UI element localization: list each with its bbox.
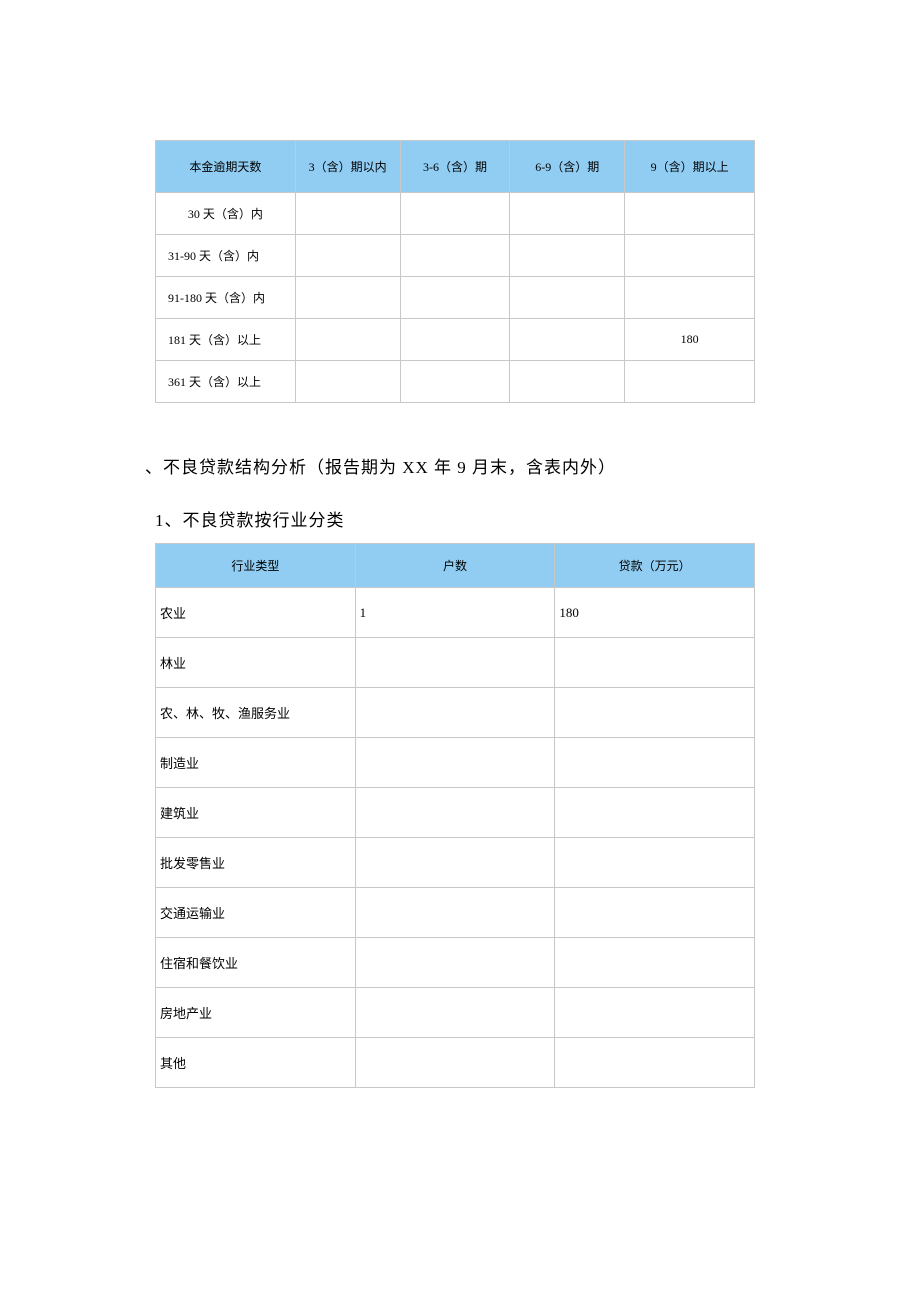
- table-row: 交通运输业: [156, 888, 755, 938]
- cell: [510, 361, 625, 403]
- cell: 180: [625, 319, 755, 361]
- cell: [625, 235, 755, 277]
- table-row: 房地产业: [156, 988, 755, 1038]
- table1-header: 6-9（含）期: [510, 141, 625, 193]
- cell-count: [355, 988, 555, 1038]
- table-row: 建筑业: [156, 788, 755, 838]
- row-label: 批发零售业: [156, 838, 356, 888]
- industry-table: 行业类型 户数 贷款（万元） 农业 1 180 林业 农、林、牧、渔服务业: [155, 543, 755, 1088]
- table-row: 农、林、牧、渔服务业: [156, 688, 755, 738]
- cell-count: 1: [355, 588, 555, 638]
- cell: [295, 319, 400, 361]
- cell-count: [355, 688, 555, 738]
- cell-amount: [555, 738, 755, 788]
- cell: [625, 193, 755, 235]
- cell-count: [355, 738, 555, 788]
- table-row: 其他: [156, 1038, 755, 1088]
- cell: [400, 277, 510, 319]
- sub-title: 1、不良贷款按行业分类: [155, 506, 755, 531]
- cell: [625, 361, 755, 403]
- cell-count: [355, 888, 555, 938]
- table-row: 31-90 天（含）内: [156, 235, 755, 277]
- cell: [295, 193, 400, 235]
- table1-header: 9（含）期以上: [625, 141, 755, 193]
- table-row: 30 天（含）内: [156, 193, 755, 235]
- cell-count: [355, 938, 555, 988]
- table-row: 林业: [156, 638, 755, 688]
- cell: [510, 235, 625, 277]
- cell-count: [355, 638, 555, 688]
- table-row: 住宿和餐饮业: [156, 938, 755, 988]
- table1-header: 本金逾期天数: [156, 141, 296, 193]
- cell: [295, 235, 400, 277]
- cell-amount: [555, 838, 755, 888]
- cell-amount: [555, 788, 755, 838]
- section-title: 、不良贷款结构分析（报告期为 XX 年 9 月末，含表内外）: [145, 453, 755, 478]
- cell: [400, 361, 510, 403]
- cell: [295, 277, 400, 319]
- table2-header: 行业类型: [156, 544, 356, 588]
- table-row: 181 天（含）以上 180: [156, 319, 755, 361]
- cell-count: [355, 1038, 555, 1088]
- row-label: 361 天（含）以上: [156, 361, 296, 403]
- row-label: 其他: [156, 1038, 356, 1088]
- cell-amount: [555, 688, 755, 738]
- row-label: 30 天（含）内: [156, 193, 296, 235]
- table-row: 制造业: [156, 738, 755, 788]
- cell: [295, 361, 400, 403]
- overdue-table: 本金逾期天数 3（含）期以内 3-6（含）期 6-9（含）期 9（含）期以上 3…: [155, 140, 755, 403]
- table2-header: 贷款（万元）: [555, 544, 755, 588]
- table-row: 农业 1 180: [156, 588, 755, 638]
- cell: [400, 235, 510, 277]
- table1-header: 3（含）期以内: [295, 141, 400, 193]
- row-label: 制造业: [156, 738, 356, 788]
- cell: [510, 193, 625, 235]
- cell-amount: [555, 938, 755, 988]
- row-label: 31-90 天（含）内: [156, 235, 296, 277]
- cell-amount: [555, 638, 755, 688]
- row-label: 农业: [156, 588, 356, 638]
- cell: [400, 319, 510, 361]
- cell-count: [355, 838, 555, 888]
- cell-count: [355, 788, 555, 838]
- cell-amount: [555, 1038, 755, 1088]
- cell: [510, 277, 625, 319]
- table-row: 91-180 天（含）内: [156, 277, 755, 319]
- table1-header: 3-6（含）期: [400, 141, 510, 193]
- row-label: 91-180 天（含）内: [156, 277, 296, 319]
- table2-header: 户数: [355, 544, 555, 588]
- cell: [400, 193, 510, 235]
- cell-amount: [555, 988, 755, 1038]
- row-label: 林业: [156, 638, 356, 688]
- row-label: 农、林、牧、渔服务业: [156, 688, 356, 738]
- cell-amount: 180: [555, 588, 755, 638]
- cell-amount: [555, 888, 755, 938]
- row-label: 交通运输业: [156, 888, 356, 938]
- cell: [510, 319, 625, 361]
- row-label: 住宿和餐饮业: [156, 938, 356, 988]
- cell: [625, 277, 755, 319]
- row-label: 房地产业: [156, 988, 356, 1038]
- table-row: 361 天（含）以上: [156, 361, 755, 403]
- table-row: 批发零售业: [156, 838, 755, 888]
- row-label: 181 天（含）以上: [156, 319, 296, 361]
- row-label: 建筑业: [156, 788, 356, 838]
